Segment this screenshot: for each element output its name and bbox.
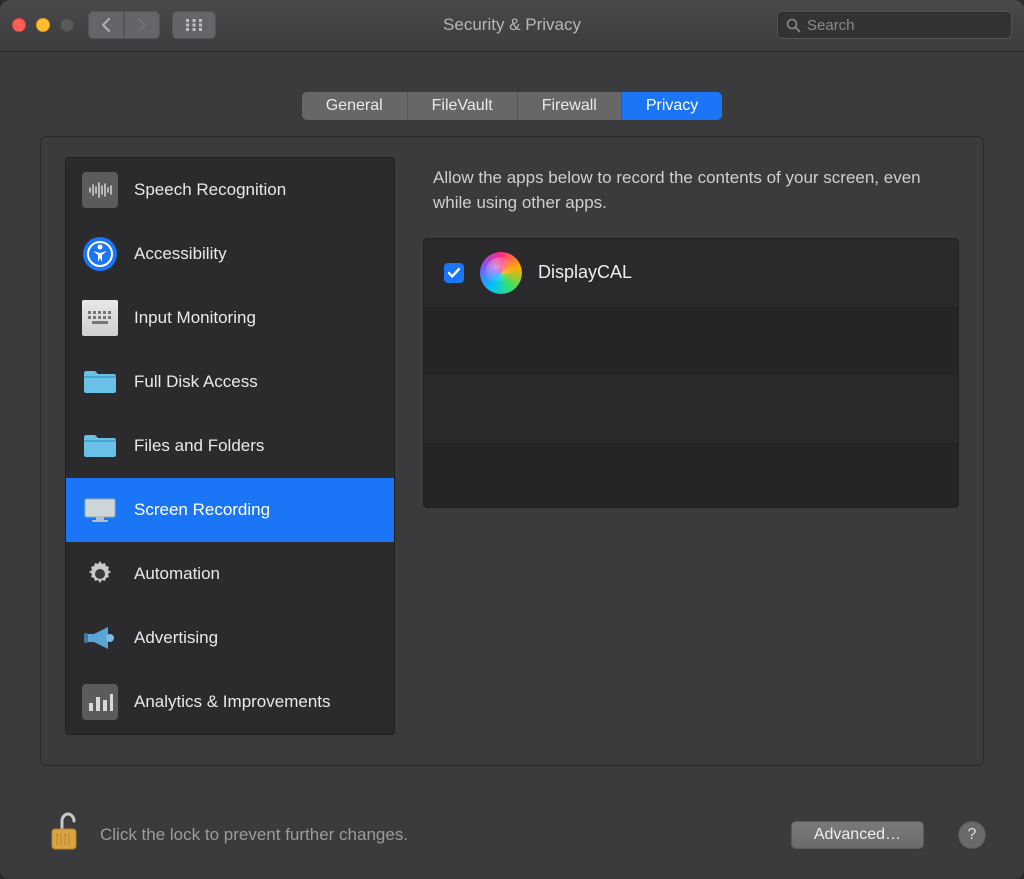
folder-icon	[82, 428, 118, 464]
window-minimize-button[interactable]	[36, 18, 50, 32]
sidebar-item-label: Full Disk Access	[134, 372, 258, 392]
app-permission-list[interactable]: DisplayCAL	[423, 238, 959, 508]
sidebar-item-label: Files and Folders	[134, 436, 264, 456]
forward-button[interactable]	[124, 11, 160, 39]
folder-icon	[82, 364, 118, 400]
tab-bar: General FileVault Firewall Privacy	[302, 92, 723, 120]
waveform-icon	[82, 172, 118, 208]
tab-privacy[interactable]: Privacy	[622, 92, 722, 120]
lock-open-icon	[48, 811, 80, 853]
display-icon	[82, 492, 118, 528]
bars-icon	[82, 684, 118, 720]
sidebar-item-speech-recognition[interactable]: Speech Recognition	[66, 158, 394, 222]
permission-description: Allow the apps below to record the conte…	[433, 165, 949, 216]
checkmark-icon	[447, 266, 461, 280]
app-row-displaycal[interactable]: DisplayCAL	[424, 239, 958, 307]
megaphone-icon	[82, 620, 118, 656]
search-icon	[786, 18, 801, 33]
tab-firewall[interactable]: Firewall	[518, 92, 622, 120]
sidebar-item-label: Automation	[134, 564, 220, 584]
tab-general[interactable]: General	[302, 92, 408, 120]
sidebar-item-label: Speech Recognition	[134, 180, 286, 200]
sidebar-item-label: Input Monitoring	[134, 308, 256, 328]
gear-icon	[82, 556, 118, 592]
back-button[interactable]	[88, 11, 124, 39]
privacy-panel: Speech Recognition Accessibility Input M…	[40, 136, 984, 766]
sidebar-item-full-disk-access[interactable]: Full Disk Access	[66, 350, 394, 414]
app-row-empty	[424, 375, 958, 443]
search-input[interactable]	[807, 17, 1006, 34]
titlebar: Security & Privacy	[0, 0, 1024, 52]
sidebar-item-label: Accessibility	[134, 244, 227, 264]
sidebar-item-input-monitoring[interactable]: Input Monitoring	[66, 286, 394, 350]
keyboard-icon	[82, 300, 118, 336]
sidebar-item-automation[interactable]: Automation	[66, 542, 394, 606]
app-checkbox[interactable]	[444, 263, 464, 283]
window-footer: Click the lock to prevent further change…	[0, 791, 1024, 879]
sidebar-item-analytics[interactable]: Analytics & Improvements	[66, 670, 394, 734]
show-all-button[interactable]	[172, 11, 216, 39]
sidebar-item-screen-recording[interactable]: Screen Recording	[66, 478, 394, 542]
window-zoom-button[interactable]	[60, 18, 74, 32]
sidebar-item-advertising[interactable]: Advertising	[66, 606, 394, 670]
app-name-label: DisplayCAL	[538, 262, 632, 283]
chevron-left-icon	[101, 18, 111, 32]
lock-button[interactable]	[48, 811, 80, 858]
sidebar-item-label: Screen Recording	[134, 500, 270, 520]
lock-hint-text: Click the lock to prevent further change…	[100, 825, 408, 845]
grid-icon	[186, 19, 202, 31]
tab-filevault[interactable]: FileVault	[408, 92, 518, 120]
sidebar-item-label: Advertising	[134, 628, 218, 648]
search-field[interactable]	[777, 11, 1012, 39]
window-close-button[interactable]	[12, 18, 26, 32]
displaycal-app-icon	[480, 252, 522, 294]
help-button[interactable]: ?	[958, 821, 986, 849]
chevron-right-icon	[137, 18, 147, 32]
accessibility-icon	[82, 236, 118, 272]
advanced-button[interactable]: Advanced…	[791, 821, 924, 849]
sidebar-item-accessibility[interactable]: Accessibility	[66, 222, 394, 286]
sidebar-item-files-and-folders[interactable]: Files and Folders	[66, 414, 394, 478]
sidebar-item-label: Analytics & Improvements	[134, 692, 331, 712]
privacy-category-list[interactable]: Speech Recognition Accessibility Input M…	[65, 157, 395, 735]
app-row-empty	[424, 307, 958, 375]
app-row-empty	[424, 443, 958, 508]
